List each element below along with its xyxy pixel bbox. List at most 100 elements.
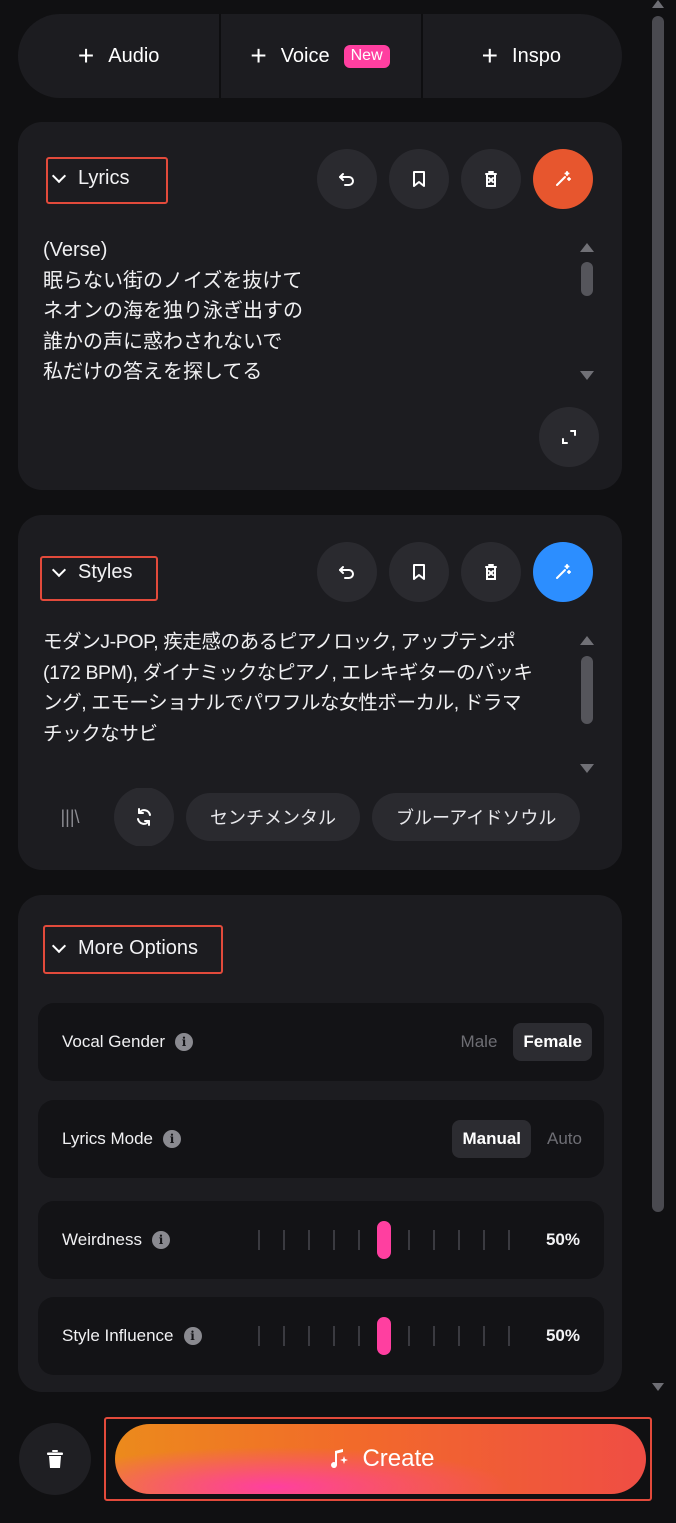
- style-library-icon[interactable]: |||\: [38, 788, 102, 846]
- lyrics-mode-manual-option[interactable]: Manual: [452, 1120, 532, 1158]
- lyrics-undo-button[interactable]: [317, 149, 377, 209]
- lyrics-mode-label-group: Lyrics Mode i: [62, 1129, 182, 1149]
- undo-icon: [339, 566, 354, 579]
- lyrics-expand-button[interactable]: [539, 407, 599, 467]
- slider-tick: [283, 1230, 285, 1250]
- slider-knob[interactable]: [377, 1317, 391, 1355]
- info-icon[interactable]: i: [163, 1130, 182, 1148]
- lyrics-line: ネオンの海を独り泳ぎ出すの: [43, 300, 303, 322]
- slider-tick: [458, 1326, 460, 1346]
- styles-textarea[interactable]: モダンJ-POP, 疾走感のあるピアノロック, アップテンポ (172 BPM)…: [43, 627, 579, 749]
- more-options-header-toggle[interactable]: More Options: [51, 937, 199, 960]
- lyrics-clear-button[interactable]: [461, 149, 521, 209]
- slider-tick: [408, 1230, 410, 1250]
- add-inspo-label: Inspo: [512, 44, 561, 67]
- info-icon[interactable]: i: [175, 1033, 194, 1051]
- add-audio-button[interactable]: + Audio: [18, 14, 219, 98]
- add-voice-button[interactable]: + Voice New: [219, 14, 420, 98]
- weirdness-label: Weirdness: [62, 1230, 142, 1249]
- add-source-bar: + Audio + Voice New + Inspo: [18, 14, 622, 98]
- lyrics-line: (Verse): [43, 239, 108, 261]
- chevron-down-icon: [51, 168, 67, 183]
- slider-tick: [483, 1230, 485, 1250]
- refresh-icon: [137, 808, 151, 826]
- scroll-down-arrow[interactable]: [652, 1383, 664, 1391]
- style-influence-slider[interactable]: [258, 1317, 518, 1355]
- style-tag-chip[interactable]: ブルーアイドソウル: [372, 793, 581, 841]
- styles-generate-button[interactable]: [533, 542, 593, 602]
- clear-icon: [485, 564, 497, 580]
- lyrics-scroll-down[interactable]: [580, 371, 594, 380]
- styles-line: モダンJ-POP, 疾走感のあるピアノロック, アップテンポ: [43, 631, 516, 653]
- styles-title: Styles: [78, 561, 133, 583]
- slider-tick: [308, 1326, 310, 1346]
- clear-icon: [485, 171, 497, 187]
- scroll-up-arrow[interactable]: [652, 0, 664, 8]
- weirdness-label-group: Weirdness i: [62, 1230, 170, 1250]
- add-voice-label: Voice: [280, 44, 330, 67]
- create-label: Create: [362, 1445, 435, 1472]
- vocal-gender-female-option[interactable]: Female: [513, 1023, 592, 1061]
- slider-tick: [283, 1326, 285, 1346]
- expand-icon: [562, 430, 576, 444]
- weirdness-slider[interactable]: [258, 1221, 518, 1259]
- lyrics-mode-row: Lyrics Mode i Manual Auto: [38, 1100, 604, 1178]
- add-inspo-button[interactable]: + Inspo: [420, 14, 622, 98]
- chevron-down-icon: [51, 562, 67, 577]
- lyrics-header-toggle[interactable]: Lyrics: [51, 167, 130, 190]
- styles-save-button[interactable]: [389, 542, 449, 602]
- style-tag-chip[interactable]: センチメンタル: [186, 793, 360, 841]
- slider-tick: [508, 1326, 510, 1346]
- styles-scroll-up[interactable]: [580, 636, 594, 645]
- create-button[interactable]: Create: [115, 1424, 646, 1494]
- styles-undo-button[interactable]: [317, 542, 377, 602]
- slider-tick: [308, 1230, 310, 1250]
- plus-icon: +: [481, 40, 499, 71]
- bookmark-icon: [413, 171, 425, 187]
- vocal-gender-toggle: Male Female: [451, 1023, 592, 1061]
- info-icon[interactable]: i: [152, 1231, 170, 1249]
- info-icon[interactable]: i: [183, 1327, 202, 1345]
- styles-clear-button[interactable]: [461, 542, 521, 602]
- lyrics-mode-label: Lyrics Mode: [62, 1129, 154, 1148]
- style-influence-value: 50%: [545, 1326, 580, 1345]
- plus-icon: +: [250, 40, 267, 71]
- slider-knob[interactable]: [377, 1221, 391, 1259]
- lyrics-scroll-thumb[interactable]: [581, 262, 593, 296]
- lyrics-scroll-up[interactable]: [580, 243, 594, 252]
- trash-icon: [47, 1450, 63, 1468]
- refresh-tags-button[interactable]: [114, 788, 174, 846]
- style-tag-row: |||\ センチメンタル ブルーアイドソウル: [38, 788, 598, 846]
- slider-tick: [433, 1230, 435, 1250]
- slider-tick: [333, 1230, 335, 1250]
- slider-tick: [433, 1326, 435, 1346]
- slider-tick: [333, 1326, 335, 1346]
- slider-tick: [358, 1230, 360, 1250]
- style-influence-label-group: Style Influence i: [62, 1326, 202, 1346]
- music-sparkle-icon: [331, 1449, 349, 1469]
- styles-line: (172 BPM), ダイナミックなピアノ, エレキギターのバッキ: [43, 661, 533, 684]
- slider-tick: [258, 1230, 260, 1250]
- vocal-gender-label-group: Vocal Gender i: [62, 1032, 194, 1052]
- styles-line: チックなサビ: [43, 722, 158, 745]
- lyrics-line: 私だけの答えを探してる: [43, 361, 263, 383]
- styles-scroll-down[interactable]: [580, 764, 594, 773]
- styles-header-toggle[interactable]: Styles: [51, 561, 133, 584]
- delete-draft-button[interactable]: [19, 1423, 91, 1495]
- vocal-gender-male-option[interactable]: Male: [451, 1023, 508, 1061]
- lyrics-textarea[interactable]: (Verse) 眠らない街のノイズを抜けて ネオンの海を独り泳ぎ出すの 誰かの声…: [43, 235, 573, 388]
- page-scrollbar-thumb[interactable]: [652, 16, 664, 1212]
- styles-scroll-thumb[interactable]: [581, 656, 593, 724]
- style-influence-row: Style Influence i 50%: [38, 1297, 604, 1375]
- lyrics-save-button[interactable]: [389, 149, 449, 209]
- lyrics-generate-button[interactable]: [533, 149, 593, 209]
- more-options-title: More Options: [78, 937, 199, 959]
- lyrics-mode-auto-option[interactable]: Auto: [537, 1120, 592, 1158]
- add-audio-label: Audio: [108, 44, 160, 67]
- slider-tick: [483, 1326, 485, 1346]
- slider-tick: [408, 1326, 410, 1346]
- magic-wand-icon: [556, 171, 571, 186]
- style-influence-label: Style Influence: [62, 1326, 174, 1345]
- lyrics-title: Lyrics: [78, 167, 130, 189]
- styles-line: ング, エモーショナルでパワフルな女性ボーカル, ドラマ: [43, 692, 522, 714]
